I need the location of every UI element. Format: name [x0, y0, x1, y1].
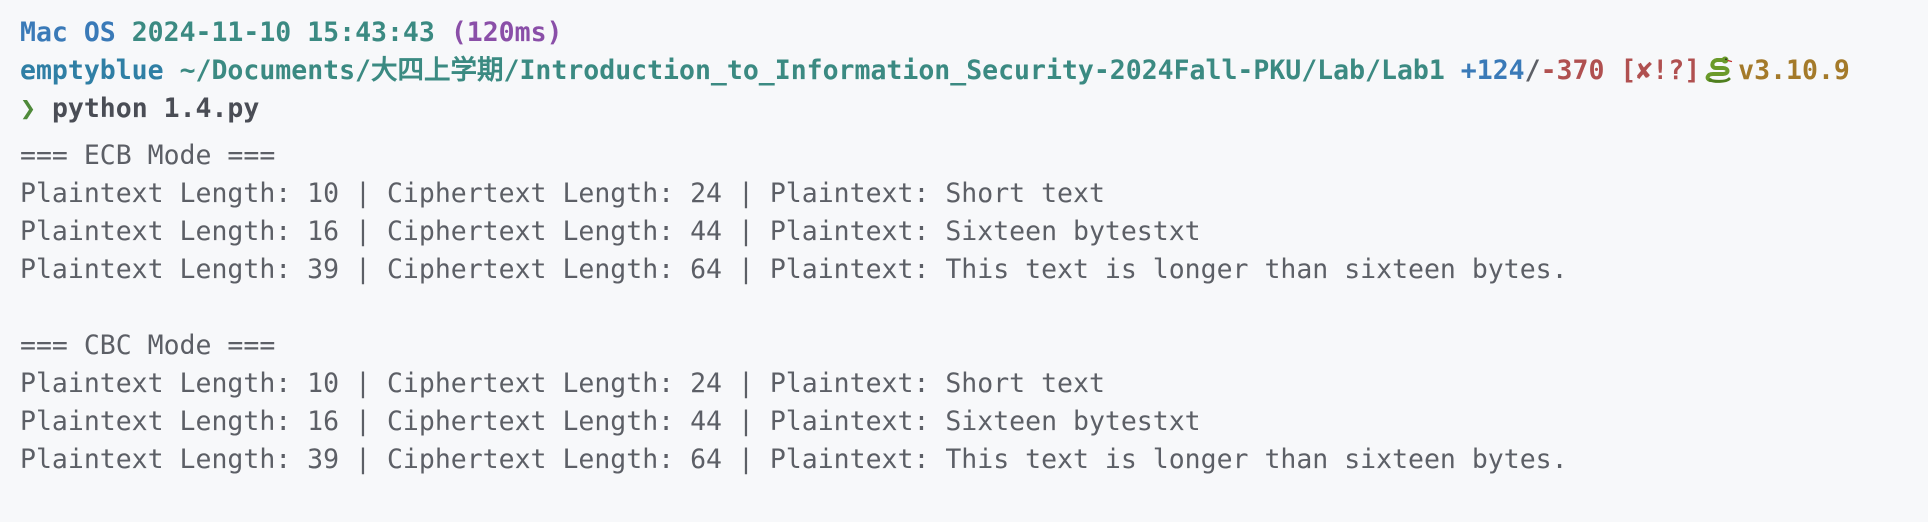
git-added-count: +124 [1460, 55, 1525, 86]
prompt-header-line: Mac OS 2024-11-10 15:43:43 (120ms) [20, 14, 1908, 52]
output-line: Plaintext Length: 16 | Ciphertext Length… [20, 216, 1201, 247]
output-line: Plaintext Length: 39 | Ciphertext Length… [20, 444, 1568, 475]
git-separator: / [1524, 55, 1541, 86]
git-status: [✘!?] [1620, 55, 1701, 86]
python-version: v3.10.9 [1738, 55, 1850, 86]
working-directory: ~/Documents/大四上学期/Introduction_to_Inform… [179, 55, 1445, 86]
output-line: Plaintext Length: 10 | Ciphertext Length… [20, 178, 1105, 209]
output-line: Plaintext Length: 10 | Ciphertext Length… [20, 368, 1105, 399]
command-text: python 1.4.py [51, 93, 260, 124]
output-line: Plaintext Length: 39 | Ciphertext Length… [20, 254, 1568, 285]
prompt-symbol: ❯ [20, 93, 36, 124]
username: emptyblue [20, 55, 164, 86]
prompt-path-line: emptyblue ~/Documents/大四上学期/Introduction… [20, 52, 1908, 90]
output-line: Plaintext Length: 16 | Ciphertext Length… [20, 406, 1201, 437]
command-duration: (120ms) [450, 17, 563, 48]
os-label: Mac OS [20, 17, 116, 48]
cbc-header: === CBC Mode === [20, 330, 276, 361]
snake-icon [1705, 56, 1733, 83]
prompt-datetime: 2024-11-10 15:43:43 [131, 17, 435, 48]
git-deleted-count: -370 [1540, 55, 1605, 86]
command-line[interactable]: ❯ python 1.4.py [20, 90, 1908, 128]
ecb-header: === ECB Mode === [20, 140, 276, 171]
terminal-window[interactable]: Mac OS 2024-11-10 15:43:43 (120ms) empty… [0, 0, 1928, 522]
